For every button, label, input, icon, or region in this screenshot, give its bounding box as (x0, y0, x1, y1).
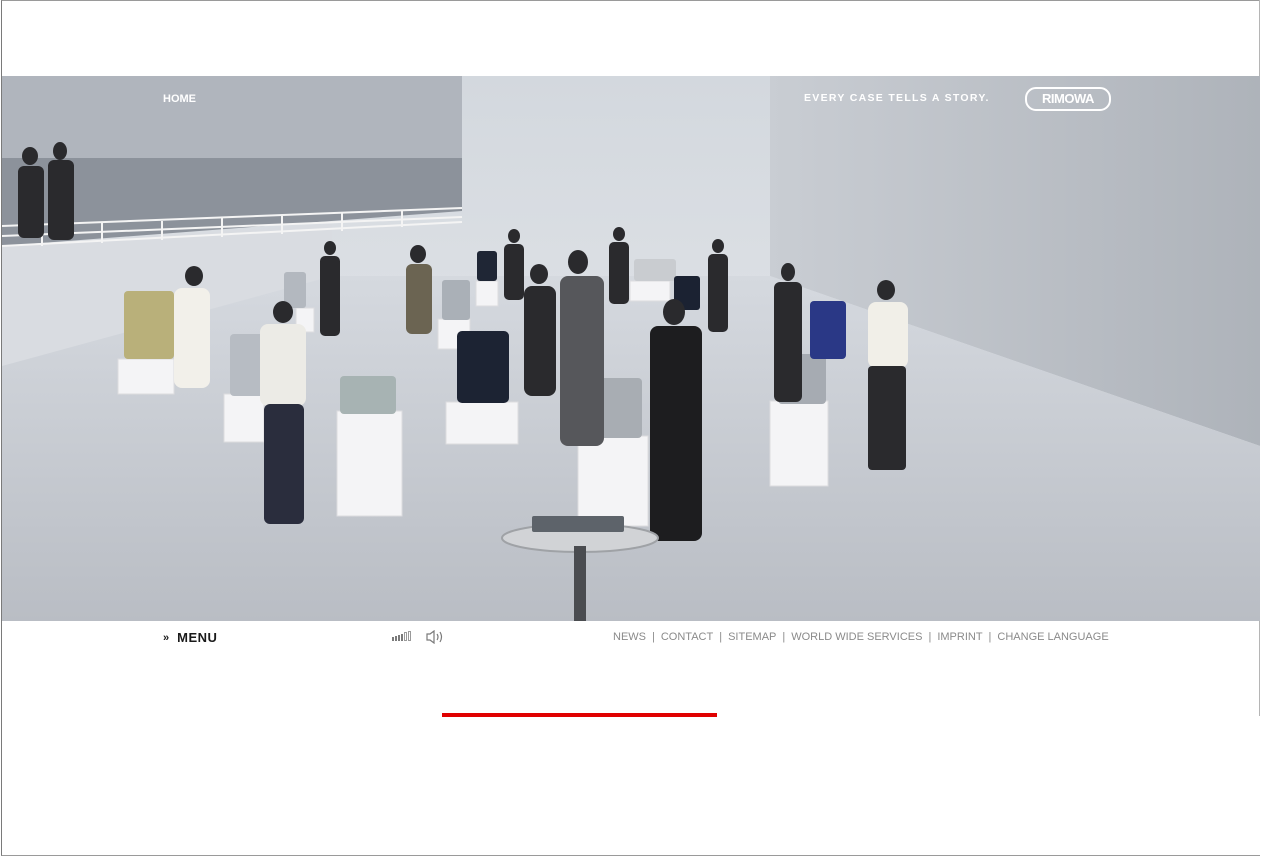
footer-nav: NEWS | CONTACT | SITEMAP | WORLD WIDE SE… (613, 631, 1109, 643)
brand-tagline: EVERY CASE TELLS A STORY. (804, 92, 990, 104)
footer-link-change-language[interactable]: CHANGE LANGUAGE (997, 631, 1108, 643)
loading-progress-fill (442, 713, 717, 717)
loading-progress-bar (442, 713, 717, 717)
footer-link-imprint[interactable]: IMPRINT (937, 631, 982, 643)
volume-bar (401, 634, 403, 641)
menu-chevron-icon: » (163, 631, 170, 644)
link-separator: | (719, 631, 723, 643)
volume-bar (392, 637, 394, 641)
volume-bar (395, 636, 397, 641)
speaker-icon[interactable] (426, 629, 446, 649)
brand-logo[interactable]: RIMOWA (1025, 87, 1111, 111)
nav-home-link[interactable]: HOME (163, 93, 196, 105)
menu-label: MENU (177, 630, 218, 645)
footer-link-sitemap[interactable]: SITEMAP (728, 631, 776, 643)
showroom-illustration (2, 76, 1260, 621)
link-separator: | (652, 631, 655, 643)
link-separator: | (988, 631, 992, 643)
footer-link-news[interactable]: NEWS (613, 631, 646, 643)
volume-bar (398, 635, 400, 641)
link-separator: | (928, 631, 932, 643)
link-separator: | (782, 631, 786, 643)
footer-link-contact[interactable]: CONTACT (661, 631, 713, 643)
showroom-image (2, 76, 1260, 621)
volume-bars-icon[interactable] (392, 631, 412, 641)
volume-bar (404, 632, 407, 641)
footer-link-world-wide-services[interactable]: WORLD WIDE SERVICES (791, 631, 922, 643)
volume-bar (408, 631, 411, 641)
menu-button[interactable]: » MENU (163, 630, 217, 645)
